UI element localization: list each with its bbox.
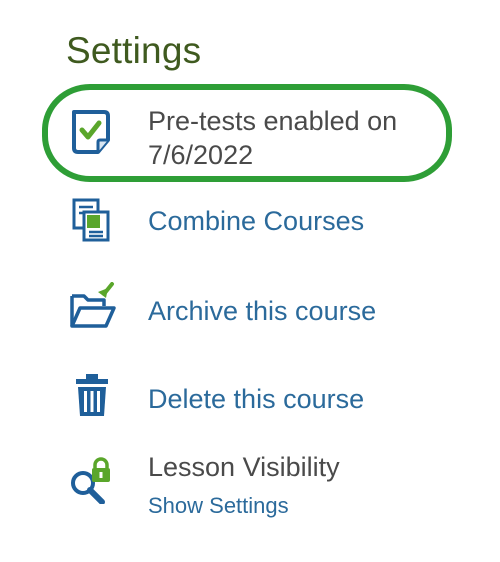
pretests-label-line2: 7/6/2022 — [148, 140, 254, 170]
combine-courses-label[interactable]: Combine Courses — [148, 204, 364, 238]
show-settings-link[interactable]: Show Settings — [148, 492, 289, 520]
delete-course-label[interactable]: Delete this course — [148, 382, 364, 416]
pretests-item[interactable]: Pre-tests enabled on 7/6/2022 — [60, 104, 440, 174]
delete-course-item[interactable]: Delete this course — [60, 370, 440, 422]
archive-folder-icon — [68, 282, 116, 330]
pretests-label-line1: Pre-tests enabled on — [148, 106, 398, 136]
checklist-icon — [68, 108, 116, 156]
lesson-visibility-label: Lesson Visibility — [148, 452, 340, 482]
lesson-visibility-item[interactable]: Lesson Visibility Show Settings — [60, 450, 440, 524]
archive-course-label[interactable]: Archive this course — [148, 294, 376, 328]
settings-title: Settings — [66, 30, 202, 71]
lock-magnifier-icon — [68, 456, 116, 504]
copy-pages-icon — [68, 196, 116, 244]
archive-course-item[interactable]: Archive this course — [60, 282, 440, 334]
combine-courses-item[interactable]: Combine Courses — [60, 196, 440, 246]
trash-icon — [68, 372, 116, 420]
